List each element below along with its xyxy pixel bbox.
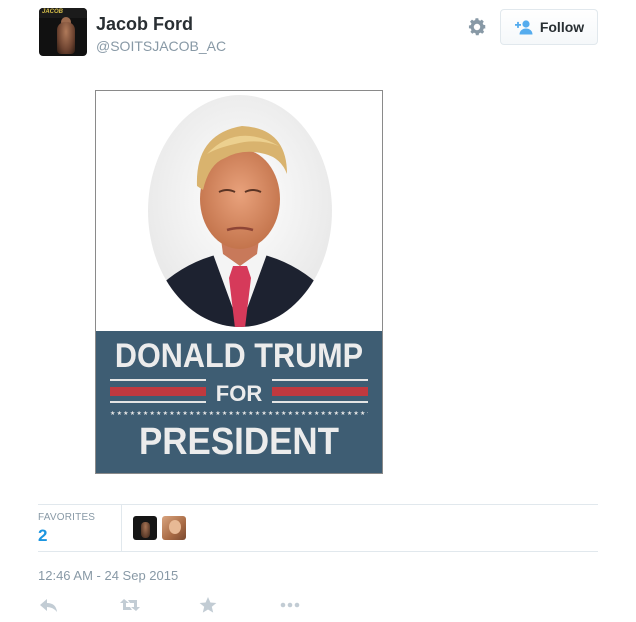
banner-rule xyxy=(272,401,368,403)
favorites-label: FAVORITES xyxy=(38,512,96,523)
author-handle[interactable]: @SOITSJACOB_AC xyxy=(96,38,226,54)
favorite-icon[interactable] xyxy=(197,596,219,614)
favoriter-avatar[interactable] xyxy=(162,516,186,540)
author-name[interactable]: Jacob Ford xyxy=(96,14,193,35)
banner-line-3: PRESIDENT xyxy=(138,421,340,463)
favoriter-avatar[interactable] xyxy=(133,516,157,540)
stats-divider xyxy=(121,505,122,551)
divider xyxy=(38,551,598,552)
more-icon[interactable] xyxy=(279,596,301,614)
favorites-count[interactable]: 2 xyxy=(38,526,47,546)
divider xyxy=(38,504,598,505)
banner-stripe-right xyxy=(272,387,368,396)
banner-stars: ★★★★★★★★★★★★★★★★★★★★★★★★★★★★★★★★★★★★★★★★… xyxy=(110,411,368,417)
banner-line-1: DONALD TRUMP xyxy=(114,337,364,375)
reply-icon[interactable] xyxy=(38,596,60,614)
avatar-figure xyxy=(57,22,75,54)
avatar-brand-text: JACOB xyxy=(42,9,64,15)
follow-button[interactable]: Follow xyxy=(500,9,598,45)
gear-icon[interactable] xyxy=(466,16,488,38)
retweet-icon[interactable] xyxy=(119,596,141,614)
banner-rule xyxy=(272,379,368,381)
campaign-banner: DONALD TRUMP FOR ★★★★★★★★★★★★★★★★★★★★★★★… xyxy=(96,331,382,473)
author-avatar[interactable]: JACOB xyxy=(39,8,87,56)
portrait-oval xyxy=(148,95,332,327)
add-user-icon xyxy=(514,20,533,35)
follow-label: Follow xyxy=(539,19,585,35)
tweet-media-image[interactable]: DONALD TRUMP FOR ★★★★★★★★★★★★★★★★★★★★★★★… xyxy=(95,90,383,474)
tweet-timestamp[interactable]: 12:46 AM - 24 Sep 2015 xyxy=(38,568,178,583)
